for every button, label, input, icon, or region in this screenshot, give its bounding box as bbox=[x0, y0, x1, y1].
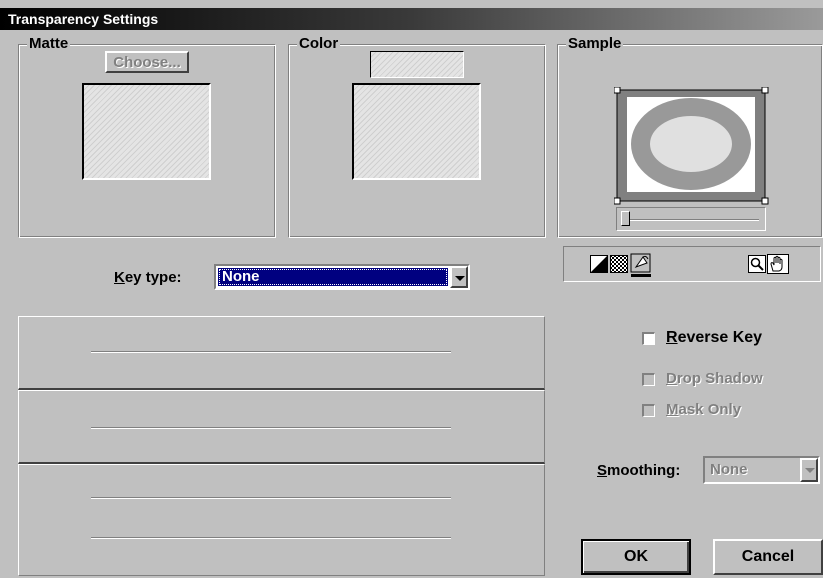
matte-swatch[interactable] bbox=[82, 83, 211, 180]
checkerboard-icon[interactable] bbox=[610, 255, 628, 273]
zoom-icon[interactable] bbox=[748, 255, 766, 273]
ok-button-label: OK bbox=[624, 548, 648, 565]
chevron-down-icon[interactable] bbox=[450, 266, 468, 288]
separator bbox=[91, 351, 451, 353]
key-type-dropdown[interactable]: None bbox=[214, 264, 470, 290]
mask-only-checkbox[interactable] bbox=[642, 404, 655, 417]
contrast-icon[interactable] bbox=[590, 255, 608, 273]
smoothing-value: None bbox=[710, 461, 748, 478]
window-title: Transparency Settings bbox=[8, 11, 159, 27]
separator bbox=[91, 497, 451, 499]
ok-button[interactable]: OK bbox=[581, 539, 691, 575]
sample-toolbar bbox=[563, 246, 821, 282]
title-bar: Transparency Settings bbox=[0, 8, 823, 30]
sample-preview[interactable] bbox=[614, 87, 770, 207]
choose-button[interactable]: Choose... bbox=[105, 51, 189, 73]
color-group: Color bbox=[288, 35, 546, 238]
mask-only-label[interactable]: Mask Only bbox=[666, 399, 741, 421]
smoothing-label: Smoothing: bbox=[597, 460, 680, 482]
smoothing-dropdown[interactable]: None bbox=[703, 456, 820, 484]
key-type-selection: None bbox=[218, 268, 448, 286]
matte-label: Matte bbox=[27, 35, 71, 53]
key-settings-row-2 bbox=[18, 390, 545, 464]
color-preview-small[interactable] bbox=[370, 51, 464, 78]
color-swatch[interactable] bbox=[352, 83, 481, 180]
key-type-label-text: ey type: bbox=[124, 269, 182, 286]
mask-only-mnemonic: M bbox=[666, 401, 679, 418]
key-type-value: None bbox=[222, 268, 260, 285]
sample-label: Sample bbox=[566, 35, 624, 53]
reverse-key-checkbox[interactable] bbox=[642, 332, 655, 345]
slider-track bbox=[627, 219, 759, 221]
color-label: Color bbox=[297, 35, 341, 53]
smoothing-mnemonic: S bbox=[597, 462, 608, 479]
separator bbox=[91, 537, 451, 539]
chevron-down-icon[interactable] bbox=[800, 458, 818, 482]
cancel-button[interactable]: Cancel bbox=[713, 539, 823, 575]
drop-shadow-mnemonic: D bbox=[666, 370, 677, 387]
drop-shadow-label[interactable]: Drop Shadow bbox=[666, 368, 763, 390]
smoothing-label-text: moothing: bbox=[607, 462, 681, 479]
separator bbox=[91, 427, 451, 429]
key-settings-row-1 bbox=[18, 316, 545, 390]
choose-button-label: Choose... bbox=[113, 53, 181, 71]
reverse-key-text: everse Key bbox=[677, 329, 763, 346]
drop-shadow-checkbox[interactable] bbox=[642, 373, 655, 386]
key-settings-row-3 bbox=[18, 464, 545, 576]
paint-bucket-icon[interactable] bbox=[630, 253, 652, 277]
drop-shadow-text: rop Shadow bbox=[676, 370, 763, 387]
matte-group: Matte Choose... bbox=[18, 35, 276, 238]
slider-thumb[interactable] bbox=[621, 211, 630, 226]
key-type-label: Key type: bbox=[114, 268, 182, 288]
key-type-mnemonic: K bbox=[114, 269, 125, 286]
mask-only-text: ask Only bbox=[678, 401, 742, 418]
sample-slider[interactable] bbox=[616, 207, 766, 231]
hand-icon[interactable] bbox=[767, 254, 789, 274]
reverse-key-mnemonic: R bbox=[666, 329, 678, 346]
sample-group: Sample bbox=[557, 35, 823, 238]
reverse-key-label[interactable]: Reverse Key bbox=[666, 327, 762, 349]
cancel-button-label: Cancel bbox=[741, 548, 795, 565]
